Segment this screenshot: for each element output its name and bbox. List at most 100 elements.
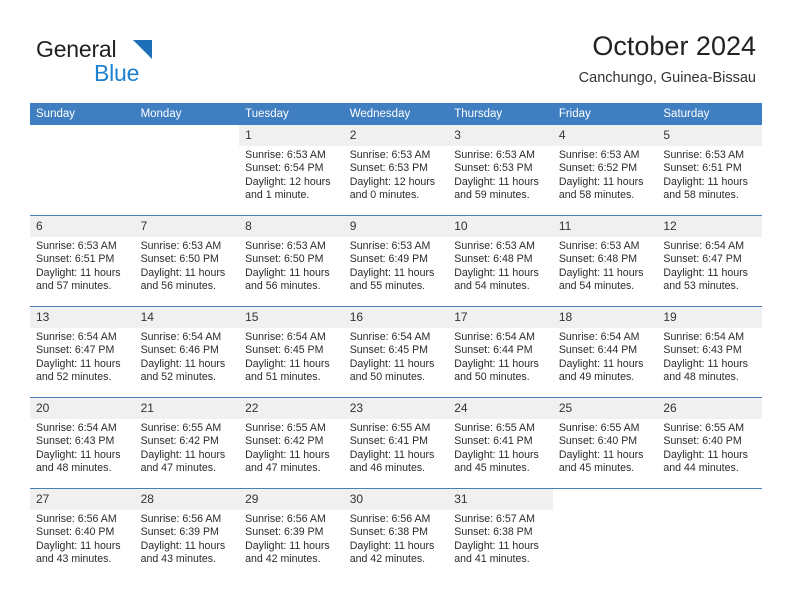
- calendar-day-cell[interactable]: 14 Sunrise: 6:54 AM Sunset: 6:46 PM Dayligh…: [134, 306, 240, 398]
- sunset-text: Sunset: 6:41 PM: [454, 435, 533, 448]
- calendar-day-cell[interactable]: 1 Sunrise: 6:53 AM Sunset: 6:54 PM Daylight…: [239, 125, 344, 216]
- calendar-day-cell[interactable]: 30 Sunrise: 6:56 AM Sunset: 6:38 PM Dayligh…: [343, 488, 449, 579]
- calendar-day-cell[interactable]: 5 Sunrise: 6:53 AM Sunset: 6:51 PM Daylight…: [657, 125, 762, 216]
- daylight-text-line2: and 50 minutes.: [349, 371, 426, 384]
- weekday-header-sunday: Sunday: [30, 103, 135, 125]
- daylight-text-line1: Daylight: 11 hours: [454, 175, 539, 188]
- calendar-day-cell[interactable]: 17 Sunrise: 6:54 AM Sunset: 6:44 PM Dayligh…: [448, 306, 553, 398]
- calendar-day-cell[interactable]: 31 Sunrise: 6:57 AM Sunset: 6:38 PM Dayligh…: [448, 488, 553, 579]
- daylight-text-line2: and 47 minutes.: [245, 462, 321, 475]
- daylight-text-line2: and 42 minutes.: [349, 553, 426, 566]
- day-number: 30: [343, 489, 449, 510]
- calendar-day-cell[interactable]: 20 Sunrise: 6:54 AM Sunset: 6:43 PM Dayligh…: [30, 397, 135, 489]
- day-details: Sunrise: 6:55 AM Sunset: 6:41 PM Daylight:…: [448, 419, 553, 476]
- sunrise-text: Sunrise: 6:53 AM: [245, 149, 326, 161]
- calendar-day-cell[interactable]: 12 Sunrise: 6:54 AM Sunset: 6:47 PM Dayligh…: [657, 215, 762, 307]
- sunset-text: Sunset: 6:53 PM: [349, 162, 429, 175]
- day-cell-inner: 14 Sunrise: 6:54 AM Sunset: 6:46 PM Dayligh…: [134, 307, 240, 397]
- day-number: 15: [239, 307, 344, 328]
- calendar-day-cell[interactable]: 23 Sunrise: 6:55 AM Sunset: 6:41 PM Dayligh…: [343, 397, 449, 489]
- calendar-day-cell[interactable]: 11 Sunrise: 6:53 AM Sunset: 6:48 PM Dayligh…: [552, 215, 658, 307]
- sunrise-text: Sunrise: 6:56 AM: [140, 513, 222, 525]
- daylight-text-line2: and 52 minutes.: [140, 371, 216, 384]
- day-number: 10: [448, 216, 553, 237]
- day-number: 20: [30, 398, 135, 419]
- calendar-day-cell[interactable]: 15 Sunrise: 6:54 AM Sunset: 6:45 PM Dayligh…: [239, 306, 344, 398]
- day-cell-inner: 20 Sunrise: 6:54 AM Sunset: 6:43 PM Dayligh…: [30, 398, 135, 488]
- sunset-text: Sunset: 6:44 PM: [558, 344, 638, 357]
- day-number: 4: [552, 125, 658, 146]
- sunrise-text: Sunrise: 6:55 AM: [454, 422, 535, 434]
- daylight-text-line1: Daylight: 11 hours: [663, 448, 748, 461]
- calendar-day-cell[interactable]: 8 Sunrise: 6:53 AM Sunset: 6:50 PM Daylight…: [239, 215, 344, 307]
- day-number: 17: [448, 307, 553, 328]
- calendar-day-cell[interactable]: 26 Sunrise: 6:55 AM Sunset: 6:40 PM Dayligh…: [657, 397, 762, 489]
- calendar-day-cell[interactable]: 9 Sunrise: 6:53 AM Sunset: 6:49 PM Daylight…: [343, 215, 449, 307]
- calendar-day-cell[interactable]: 2 Sunrise: 6:53 AM Sunset: 6:53 PM Daylight…: [343, 125, 449, 216]
- day-number: 6: [30, 216, 135, 237]
- daylight-text-line1: Daylight: 11 hours: [454, 448, 539, 461]
- day-cell-inner: 9 Sunrise: 6:53 AM Sunset: 6:49 PM Daylight…: [343, 216, 449, 306]
- sunrise-text: Sunrise: 6:53 AM: [349, 149, 431, 161]
- day-details: Sunrise: 6:53 AM Sunset: 6:53 PM Daylight:…: [344, 146, 449, 203]
- calendar-day-cell[interactable]: 28 Sunrise: 6:56 AM Sunset: 6:39 PM Dayligh…: [134, 488, 240, 579]
- daylight-text-line1: Daylight: 11 hours: [36, 539, 121, 552]
- sunset-text: Sunset: 6:52 PM: [558, 162, 638, 175]
- day-details: Sunrise: 6:54 AM Sunset: 6:47 PM Daylight:…: [30, 328, 135, 385]
- calendar-day-cell[interactable]: 29 Sunrise: 6:56 AM Sunset: 6:39 PM Dayligh…: [239, 488, 344, 579]
- day-cell-inner: 26 Sunrise: 6:55 AM Sunset: 6:40 PM Dayligh…: [657, 398, 762, 488]
- calendar-day-cell[interactable]: 24 Sunrise: 6:55 AM Sunset: 6:41 PM Dayligh…: [448, 397, 553, 489]
- daylight-text-line2: and 54 minutes.: [454, 280, 530, 293]
- calendar-day-cell[interactable]: 22 Sunrise: 6:55 AM Sunset: 6:42 PM Dayligh…: [239, 397, 344, 489]
- calendar-day-cell[interactable]: 27 Sunrise: 6:56 AM Sunset: 6:40 PM Dayligh…: [30, 488, 135, 579]
- day-details: Sunrise: 6:56 AM Sunset: 6:39 PM Daylight:…: [239, 510, 344, 567]
- calendar-day-cell[interactable]: 16 Sunrise: 6:54 AM Sunset: 6:45 PM Dayligh…: [343, 306, 449, 398]
- day-number: 9: [343, 216, 449, 237]
- daylight-text-line1: Daylight: 11 hours: [558, 266, 644, 279]
- sunrise-text: Sunrise: 6:56 AM: [349, 513, 431, 525]
- daylight-text-line1: Daylight: 11 hours: [245, 448, 330, 461]
- daylight-text-line1: Daylight: 11 hours: [349, 357, 435, 370]
- weekday-header-tuesday: Tuesday: [239, 103, 344, 125]
- calendar-day-cell[interactable]: 18 Sunrise: 6:54 AM Sunset: 6:44 PM Dayligh…: [552, 306, 658, 398]
- weekday-header-monday: Monday: [134, 103, 240, 125]
- day-details: Sunrise: 6:56 AM Sunset: 6:38 PM Daylight:…: [344, 510, 449, 567]
- calendar-day-cell[interactable]: 19 Sunrise: 6:54 AM Sunset: 6:43 PM Dayligh…: [657, 306, 762, 398]
- day-cell-inner: [552, 489, 658, 579]
- day-cell-inner: 29 Sunrise: 6:56 AM Sunset: 6:39 PM Dayligh…: [239, 489, 344, 579]
- calendar-day-cell[interactable]: 10 Sunrise: 6:53 AM Sunset: 6:48 PM Dayligh…: [448, 215, 553, 307]
- daylight-text-line2: and 58 minutes.: [663, 189, 739, 202]
- daylight-text-line1: Daylight: 11 hours: [36, 266, 121, 279]
- daylight-text-line1: Daylight: 11 hours: [663, 266, 748, 279]
- daylight-text-line2: and 44 minutes.: [663, 462, 739, 475]
- day-number: 27: [30, 489, 135, 510]
- calendar-day-cell[interactable]: 7 Sunrise: 6:53 AM Sunset: 6:50 PM Daylight…: [134, 215, 240, 307]
- day-number: 31: [448, 489, 553, 510]
- day-details: Sunrise: 6:55 AM Sunset: 6:42 PM Daylight:…: [239, 419, 344, 476]
- day-number: [30, 125, 135, 146]
- calendar-day-cell[interactable]: 25 Sunrise: 6:55 AM Sunset: 6:40 PM Dayligh…: [552, 397, 658, 489]
- weekday-header-friday: Friday: [552, 103, 658, 125]
- sunset-text: Sunset: 6:42 PM: [140, 435, 219, 448]
- sunrise-text: Sunrise: 6:53 AM: [140, 240, 222, 252]
- calendar-day-cell[interactable]: 6 Sunrise: 6:53 AM Sunset: 6:51 PM Daylight…: [30, 215, 135, 307]
- day-number: 3: [448, 125, 553, 146]
- day-cell-inner: 3 Sunrise: 6:53 AM Sunset: 6:53 PM Daylight…: [448, 125, 553, 215]
- calendar-week-row: 13 Sunrise: 6:54 AM Sunset: 6:47 PM Dayligh…: [30, 306, 762, 398]
- day-number: [553, 489, 658, 510]
- day-cell-inner: 11 Sunrise: 6:53 AM Sunset: 6:48 PM Dayligh…: [552, 216, 658, 306]
- day-cell-inner: 21 Sunrise: 6:55 AM Sunset: 6:42 PM Dayligh…: [134, 398, 240, 488]
- day-details: Sunrise: 6:57 AM Sunset: 6:38 PM Daylight:…: [448, 510, 553, 567]
- daylight-text-line2: and 56 minutes.: [140, 280, 216, 293]
- calendar-day-cell[interactable]: 3 Sunrise: 6:53 AM Sunset: 6:53 PM Daylight…: [448, 125, 553, 216]
- calendar-day-cell[interactable]: 21 Sunrise: 6:55 AM Sunset: 6:42 PM Dayligh…: [134, 397, 240, 489]
- calendar-grid: Sunday Monday Tuesday Wednesday Thursday…: [30, 103, 762, 579]
- sunset-text: Sunset: 6:40 PM: [558, 435, 638, 448]
- sunset-text: Sunset: 6:47 PM: [663, 253, 742, 266]
- day-cell-inner: [30, 125, 135, 215]
- sunrise-text: Sunrise: 6:53 AM: [558, 240, 640, 252]
- calendar-day-cell[interactable]: 13 Sunrise: 6:54 AM Sunset: 6:47 PM Dayligh…: [30, 306, 135, 398]
- calendar-day-cell[interactable]: 4 Sunrise: 6:53 AM Sunset: 6:52 PM Daylight…: [552, 125, 658, 216]
- sunset-text: Sunset: 6:45 PM: [349, 344, 429, 357]
- sunset-text: Sunset: 6:39 PM: [140, 526, 219, 539]
